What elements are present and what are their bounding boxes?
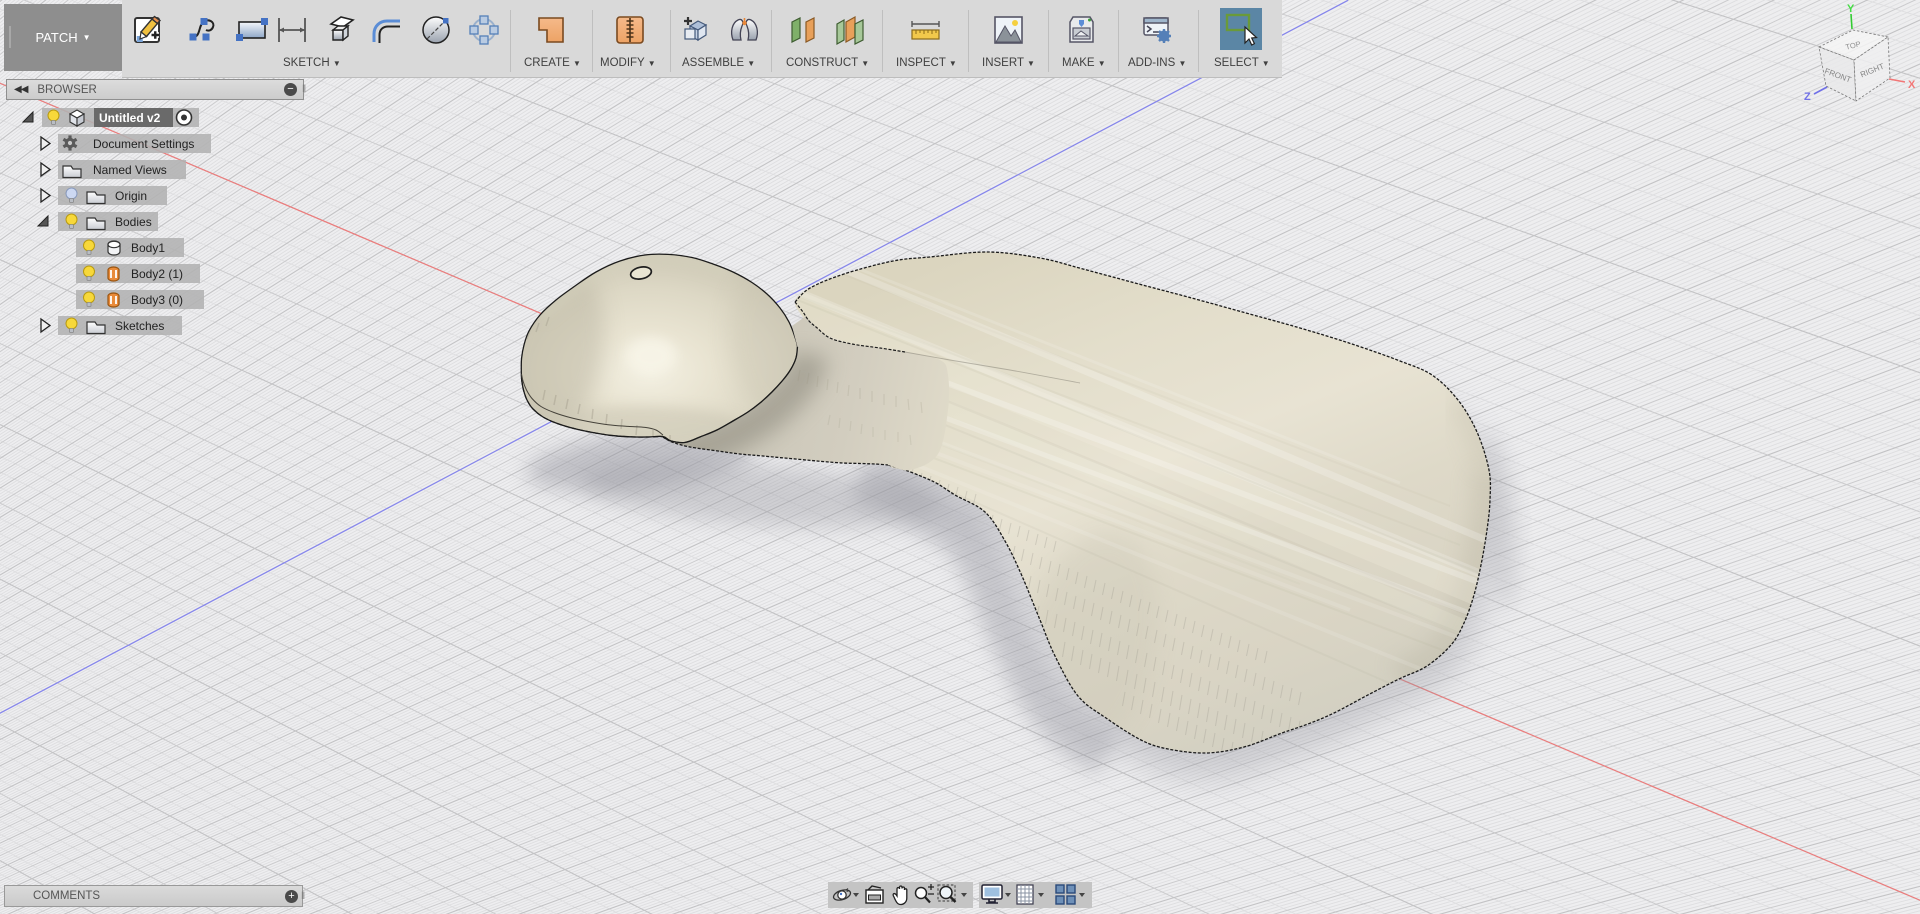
- svg-text:Z: Z: [1804, 91, 1811, 103]
- svg-text:X: X: [1908, 79, 1916, 91]
- svg-text:Y: Y: [1847, 3, 1855, 15]
